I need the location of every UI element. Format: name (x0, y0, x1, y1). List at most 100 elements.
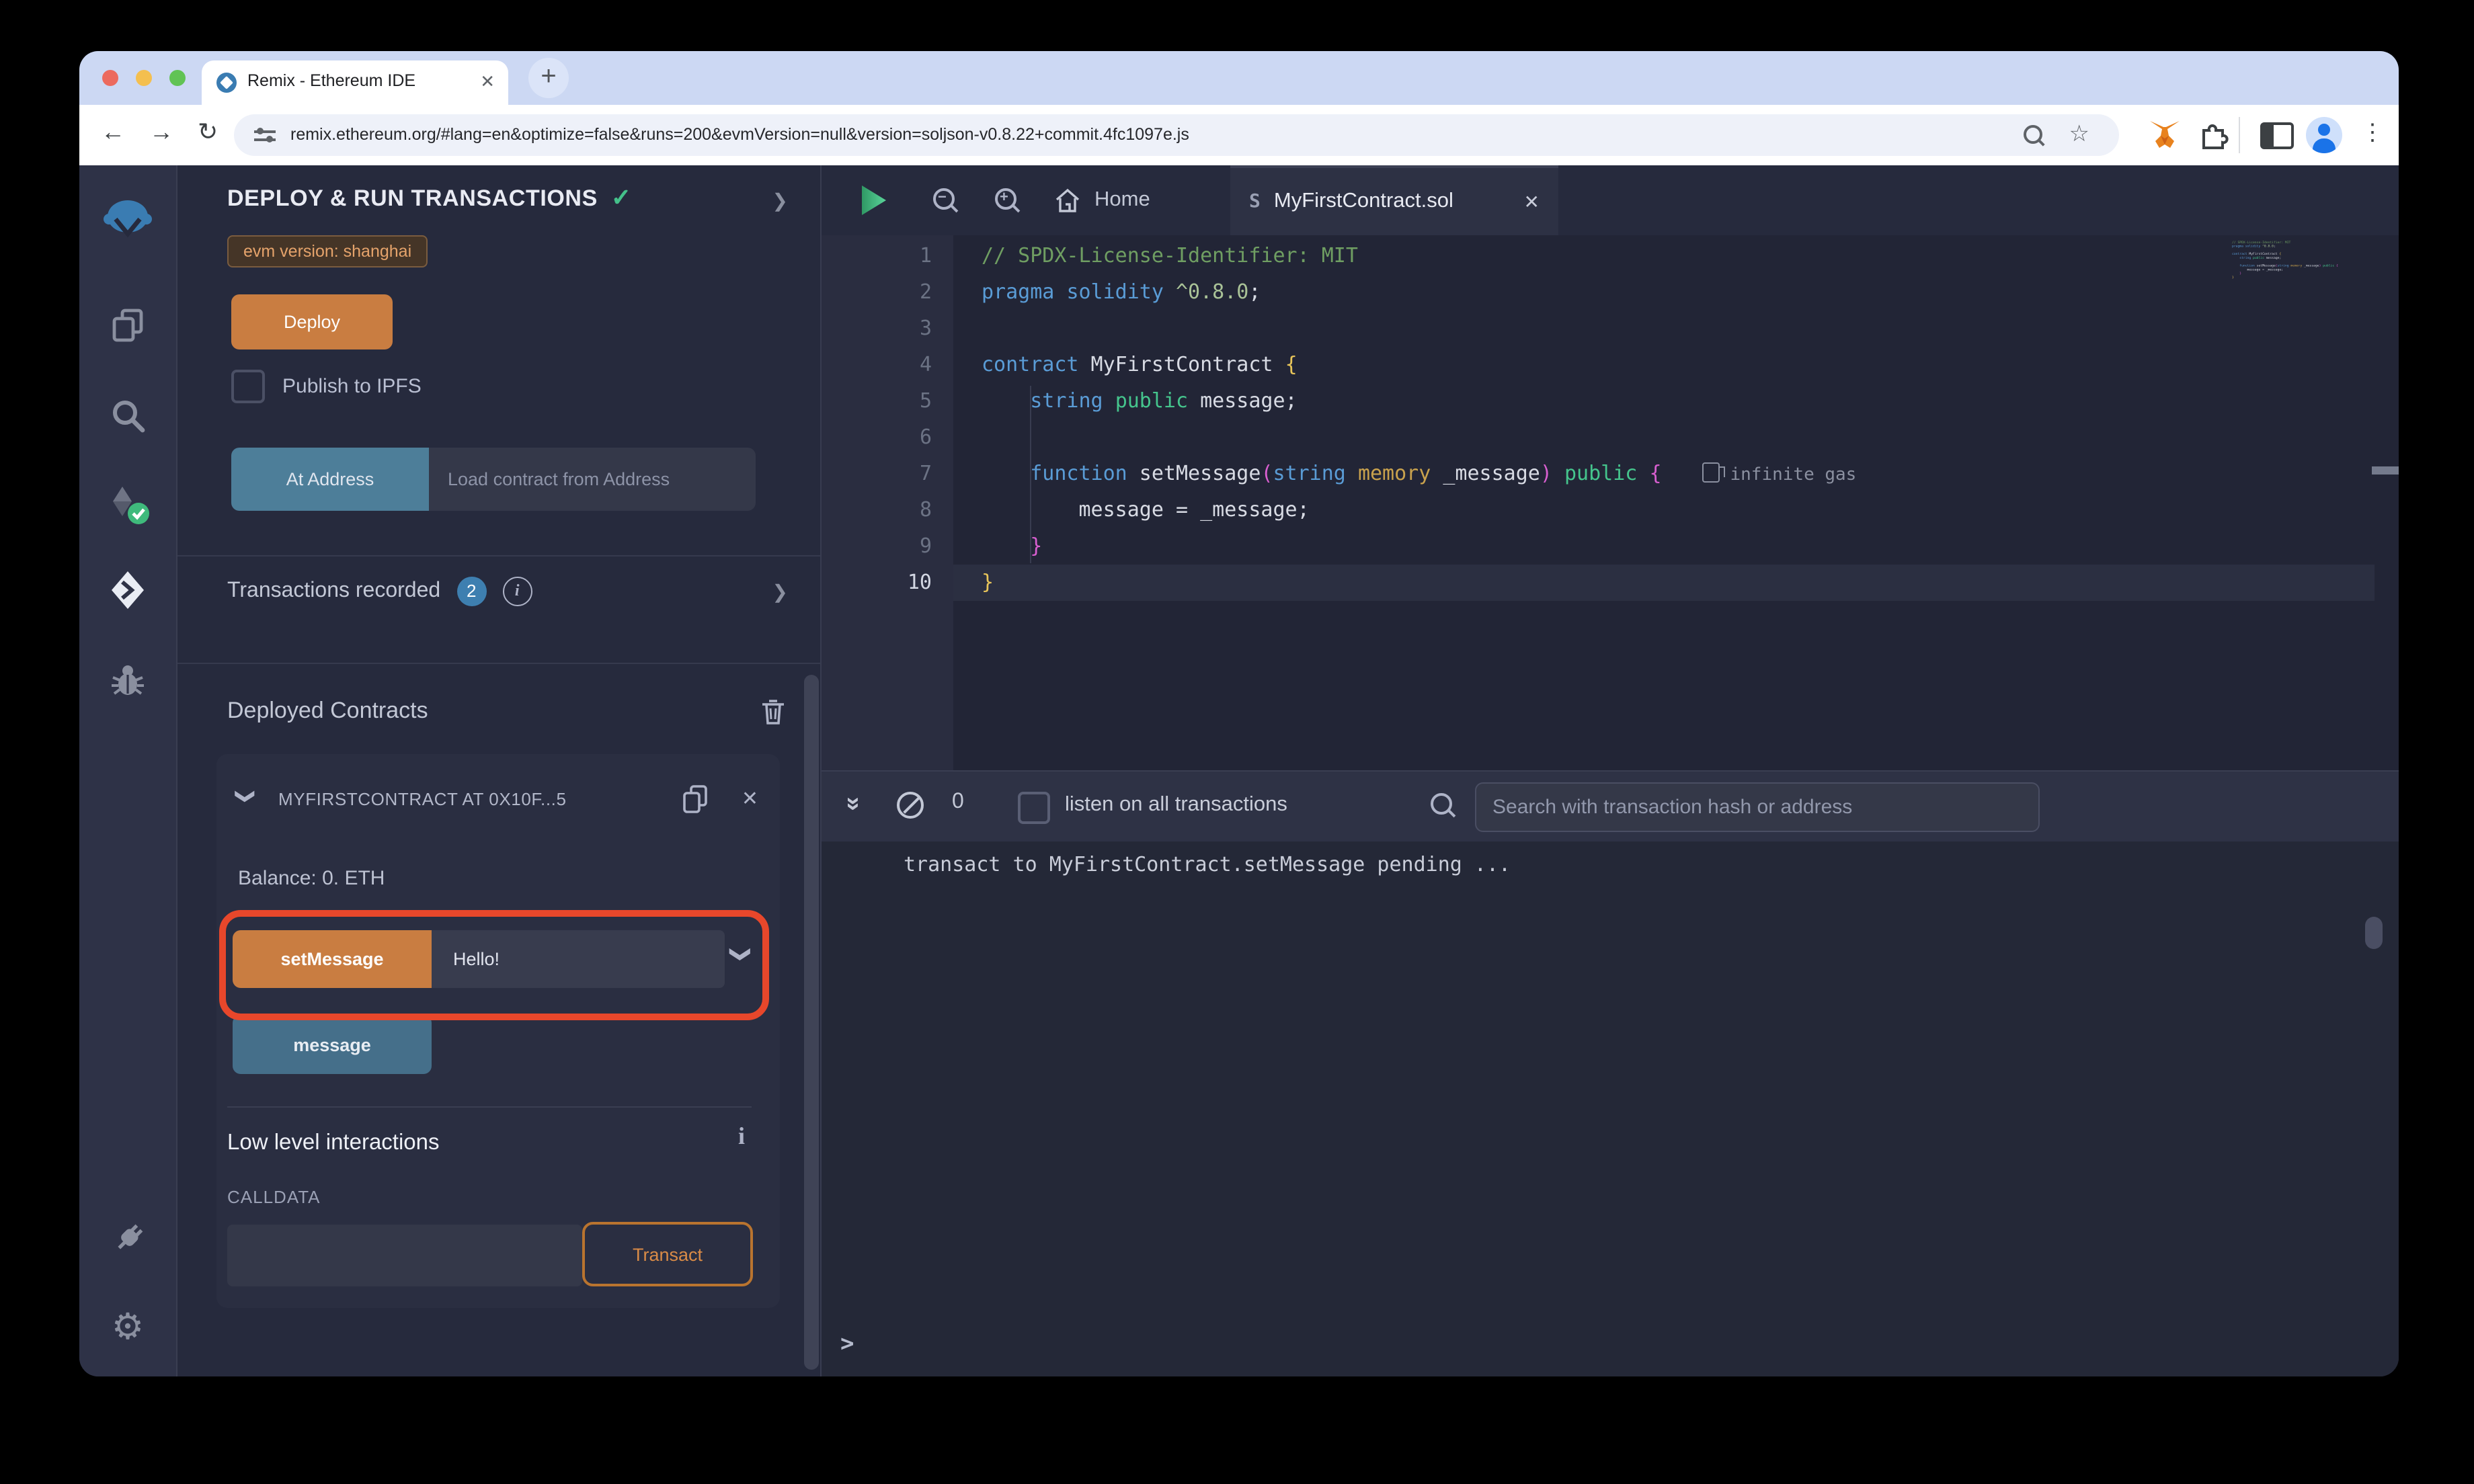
code-line[interactable]: 3 (822, 311, 2399, 347)
extensions-puzzle-icon[interactable] (2198, 118, 2229, 149)
code-line[interactable]: 2 pragma solidity ^0.8.0; (822, 274, 2399, 311)
terminal-search-input[interactable] (1475, 782, 2040, 832)
contract-title: MYFIRSTCONTRACT AT 0X10F...5 (278, 789, 567, 809)
transactions-info-icon[interactable]: i (502, 577, 532, 606)
deploy-run-icon[interactable] (110, 570, 145, 610)
code-line[interactable]: 8 message = _message; (822, 492, 2399, 528)
bookmark-star-icon[interactable]: ☆ (2069, 121, 2090, 148)
refresh-button[interactable]: ↻ (198, 118, 218, 147)
clear-console-icon[interactable] (897, 792, 924, 819)
panel-collapse-chevron-icon[interactable]: ❯ (772, 190, 788, 212)
contract-expand-chevron-icon[interactable]: ❯ (235, 788, 257, 804)
site-settings-icon[interactable] (254, 126, 276, 142)
plugin-manager-plug-icon[interactable] (108, 1223, 148, 1264)
tab-close-icon[interactable]: ✕ (480, 71, 495, 93)
profile-avatar[interactable] (2306, 117, 2342, 153)
code-line[interactable]: 6 (822, 419, 2399, 456)
line-number[interactable]: 3 (822, 311, 932, 347)
transactions-count-badge: 2 (456, 577, 487, 606)
side-panel-icon[interactable] (2260, 122, 2294, 149)
code-line[interactable]: 5 string public message; (822, 383, 2399, 419)
code-line[interactable]: 9 } (822, 528, 2399, 565)
trash-icon[interactable] (758, 695, 788, 727)
line-number[interactable]: 6 (822, 419, 932, 456)
minimize-window-button[interactable] (136, 70, 152, 86)
set-message-expand-chevron-icon[interactable]: ❯ (729, 946, 754, 962)
file-explorer-icon[interactable] (109, 306, 147, 344)
zoom-out-icon[interactable]: − (932, 187, 959, 214)
at-address-button[interactable]: At Address (231, 448, 429, 511)
line-number[interactable]: 1 (822, 238, 932, 274)
editor-column: − + Home S MyFirstContract.sol ✕ 1 // SP… (822, 165, 2399, 1376)
search-icon[interactable] (109, 397, 147, 434)
tab-home[interactable]: Home (1037, 165, 1166, 235)
maximize-window-button[interactable] (169, 70, 186, 86)
run-script-play-icon[interactable] (862, 186, 886, 215)
copy-address-icon[interactable] (679, 782, 711, 817)
panel-separator (177, 663, 820, 664)
calldata-input[interactable] (227, 1225, 582, 1286)
minimap-content: // SPDX-License-Identifier: MIT pragma s… (2232, 241, 2338, 280)
line-number[interactable]: 8 (822, 492, 932, 528)
line-number[interactable]: 4 (822, 347, 932, 383)
metamask-icon[interactable] (2149, 120, 2181, 149)
set-message-button[interactable]: setMessage (233, 930, 432, 988)
tab-myfirstcontract[interactable]: S MyFirstContract.sol ✕ (1230, 165, 1558, 235)
terminal-search-icon (1429, 792, 1456, 819)
gas-pump-icon (1702, 462, 1725, 483)
low-level-info-icon[interactable]: i (738, 1122, 745, 1151)
contract-card-header[interactable]: ❯ MYFIRSTCONTRACT AT 0X10F...5 ✕ (216, 781, 780, 821)
browser-window: Remix - Ethereum IDE ✕ + ← → ↻ remix.eth… (79, 51, 2399, 1376)
code-lines: 1// SPDX-License-Identifier: MIT 2 pragma … (822, 238, 2399, 601)
panel-title: DEPLOY & RUN TRANSACTIONS ✓ (227, 184, 632, 211)
code-editor[interactable]: 1// SPDX-License-Identifier: MIT 2 pragma … (822, 235, 2399, 770)
url-bar[interactable]: remix.ethereum.org/#lang=en&optimize=fal… (234, 114, 2119, 156)
listen-transactions-checkbox[interactable] (1018, 792, 1050, 824)
code-line[interactable]: 10} (822, 565, 2399, 601)
editor-minimap[interactable]: // SPDX-License-Identifier: MIT pragma s… (2232, 241, 2366, 354)
home-icon (1055, 188, 1080, 212)
code-line[interactable]: 1// SPDX-License-Identifier: MIT (822, 238, 2399, 274)
zoom-in-icon[interactable]: + (994, 187, 1021, 214)
deploy-button[interactable]: Deploy (231, 294, 393, 349)
line-number[interactable]: 5 (822, 383, 932, 419)
line-number[interactable]: 10 (822, 565, 932, 601)
contract-balance: Balance: 0. ETH (238, 867, 385, 890)
debugger-bug-icon[interactable] (109, 660, 147, 698)
calldata-label: CALLDATA (227, 1187, 321, 1207)
remix-logo-icon[interactable] (104, 199, 152, 242)
browser-tab[interactable]: Remix - Ethereum IDE ✕ (202, 60, 508, 105)
panel-scrollbar[interactable] (804, 675, 819, 1370)
new-tab-button[interactable]: + (528, 58, 569, 98)
code-line[interactable]: 7 function setMessage(string memory _mes… (822, 456, 2399, 492)
transact-button[interactable]: Transact (582, 1222, 753, 1286)
evm-version-badge: evm version: shanghai (227, 235, 428, 267)
transactions-expand-chevron-icon[interactable]: ❯ (772, 580, 788, 603)
terminal-scrollbar[interactable] (2365, 917, 2383, 949)
forward-button[interactable]: → (149, 118, 173, 147)
publish-ipfs-checkbox[interactable] (231, 370, 265, 403)
terminal-prompt[interactable]: > (840, 1331, 854, 1358)
remix-favicon (216, 73, 237, 93)
deployed-contracts-row: Deployed Contracts (227, 692, 788, 730)
back-button[interactable]: ← (101, 118, 125, 147)
terminal-collapse-icon[interactable]: » (838, 796, 868, 811)
code-line[interactable]: 4 contract MyFirstContract { (822, 347, 2399, 383)
browser-menu-icon[interactable]: ⋮ (2361, 120, 2384, 147)
solidity-compiler-icon[interactable] (105, 484, 151, 527)
message-getter-button[interactable]: message (233, 1015, 432, 1074)
close-window-button[interactable] (102, 70, 118, 86)
set-message-input[interactable] (432, 930, 725, 988)
terminal-log-line: transact to MyFirstContract.setMessage p… (904, 852, 1511, 876)
active-tab-label: MyFirstContract.sol (1273, 190, 1453, 212)
zoom-page-icon[interactable] (2022, 124, 2046, 148)
contract-close-icon[interactable]: ✕ (742, 786, 758, 811)
at-address-input[interactable] (429, 448, 756, 511)
terminal-output[interactable]: transact to MyFirstContract.setMessage p… (822, 841, 2399, 1376)
line-number[interactable]: 9 (822, 528, 932, 565)
active-tab-close-icon[interactable]: ✕ (1524, 190, 1540, 213)
settings-gear-icon[interactable]: ⚙ (112, 1309, 144, 1346)
line-number[interactable]: 7 (822, 456, 932, 492)
line-number[interactable]: 2 (822, 274, 932, 311)
solidity-file-icon: S (1249, 191, 1261, 212)
